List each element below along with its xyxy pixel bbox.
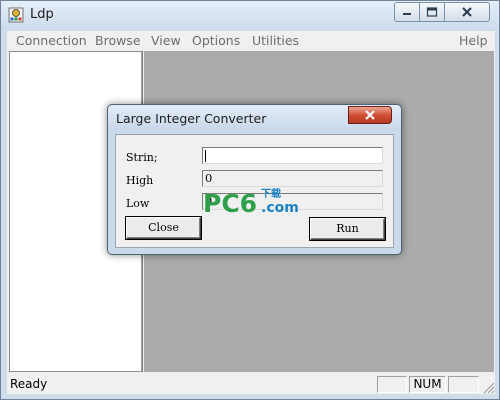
maximize-button[interactable]: [419, 2, 445, 22]
menu-browse[interactable]: Browse: [95, 33, 141, 48]
watermark-brand: PC6: [203, 189, 257, 218]
resize-grip-icon[interactable]: [481, 380, 495, 394]
window-close-button[interactable]: [444, 2, 490, 22]
menu-bar: Connection Browse View Options Utilities…: [7, 31, 495, 51]
close-button[interactable]: Close: [126, 217, 201, 239]
status-panel-num: NUM: [409, 376, 446, 393]
menu-connection[interactable]: Connection: [16, 33, 87, 48]
status-text: Ready: [10, 377, 48, 391]
low-label: Low: [126, 197, 150, 210]
string-label: Strin;: [126, 151, 158, 164]
text-caret: [205, 150, 206, 162]
close-icon: [462, 7, 472, 17]
window-title: Ldp: [30, 7, 54, 22]
dialog-close-button[interactable]: [348, 106, 392, 124]
menu-utilities[interactable]: Utilities: [252, 33, 299, 48]
status-panel-scroll: [448, 376, 479, 393]
large-integer-converter-dialog: Large Integer Converter Strin; High 0 Lo…: [107, 104, 402, 255]
close-icon: [365, 110, 375, 120]
dialog-title-bar[interactable]: Large Integer Converter: [108, 105, 401, 131]
menu-view[interactable]: View: [151, 33, 181, 48]
minimize-button[interactable]: [394, 2, 420, 22]
title-bar[interactable]: Ldp: [1, 1, 499, 30]
status-bar: Ready NUM: [7, 374, 495, 394]
high-label: High: [126, 174, 154, 187]
ldp-app-icon: [8, 7, 24, 23]
menu-help[interactable]: Help: [459, 33, 488, 48]
watermark-suffix: .com: [261, 200, 299, 216]
run-button[interactable]: Run: [310, 218, 385, 240]
maximize-icon: [426, 7, 438, 17]
menu-options[interactable]: Options: [192, 33, 240, 48]
dialog-title: Large Integer Converter: [116, 111, 267, 126]
high-value-field[interactable]: 0: [202, 170, 383, 187]
pc6-watermark-logo: PC6 下载 .com: [203, 187, 299, 218]
status-panel-caps: [377, 376, 407, 393]
string-input[interactable]: [202, 147, 383, 164]
watermark-tag: 下载: [261, 187, 281, 200]
minimize-icon: [403, 13, 411, 15]
